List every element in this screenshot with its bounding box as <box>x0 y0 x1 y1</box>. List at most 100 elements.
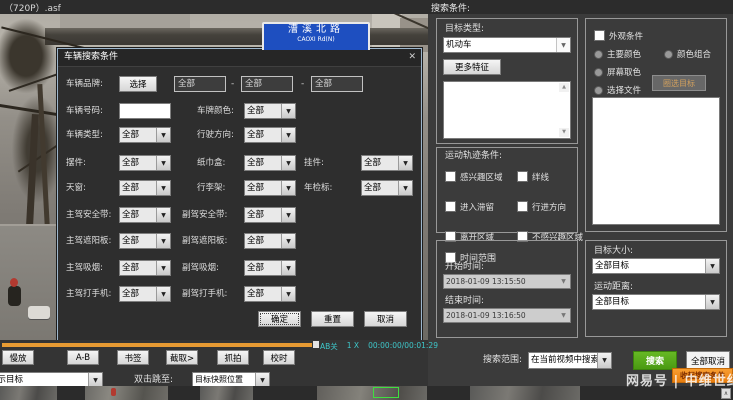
chevron-down-icon[interactable]: ▼ <box>156 287 170 301</box>
color-combo-radio-item[interactable]: 颜色组合 <box>664 43 711 62</box>
chevron-down-icon[interactable]: ▼ <box>281 128 295 142</box>
tissue-select[interactable]: 全部▼ <box>244 155 296 171</box>
radio-button[interactable] <box>594 86 603 95</box>
smoke-co-select[interactable]: 全部▼ <box>244 260 296 276</box>
rack-select[interactable]: 全部▼ <box>244 180 296 196</box>
belt-main-select[interactable]: 全部▼ <box>119 207 171 223</box>
more-features-button[interactable]: 更多特征 <box>443 59 501 75</box>
plate-color-select[interactable]: 全部▼ <box>244 103 296 119</box>
brand-level1-box[interactable]: 全部 <box>174 76 226 92</box>
scope-select[interactable]: 在当前视频中搜索▼ <box>528 352 612 369</box>
inspection-select[interactable]: 全部▼ <box>361 180 413 196</box>
motion-checkbox-item[interactable]: 绊线 <box>517 166 583 185</box>
result-thumbnail[interactable] <box>470 386 580 400</box>
player-button[interactable]: 书签 <box>117 350 149 365</box>
scroll-up-button[interactable]: ∧ <box>721 388 731 399</box>
checkbox[interactable] <box>445 201 456 212</box>
brand-level2-box[interactable]: 全部 <box>241 76 293 92</box>
reset-button[interactable]: 重置 <box>311 311 354 327</box>
cancel-button[interactable]: 取消 <box>364 311 407 327</box>
color-preview-box[interactable] <box>592 97 720 225</box>
main-color-radio-item[interactable]: 主要颜色 <box>594 43 641 62</box>
chevron-down-icon[interactable]: ▼ <box>281 104 295 118</box>
phone-main-select[interactable]: 全部▼ <box>119 286 171 302</box>
chevron-down-icon[interactable]: ▼ <box>156 208 170 222</box>
brand-select-button[interactable]: 选择 <box>119 76 157 92</box>
scroll-up-icon[interactable]: ▲ <box>559 83 569 92</box>
checkbox[interactable] <box>517 201 528 212</box>
chevron-down-icon[interactable]: ▼ <box>281 156 295 170</box>
start-time-select[interactable]: 2018-01-09 13:15:50▼ <box>443 274 571 289</box>
plate-no-input[interactable] <box>119 103 171 119</box>
chevron-down-icon[interactable]: ▼ <box>398 156 412 170</box>
vehicle-type-select[interactable]: 全部▼ <box>119 127 171 143</box>
ornament-select[interactable]: 全部▼ <box>119 155 171 171</box>
screen-pick-radio-item[interactable]: 屏幕取色 <box>594 61 641 80</box>
visor-main-select[interactable]: 全部▼ <box>119 233 171 249</box>
ok-button[interactable]: 确定 <box>258 311 301 327</box>
result-thumbnail[interactable] <box>85 386 168 400</box>
brand-level3-box[interactable]: 全部 <box>311 76 363 92</box>
chevron-down-icon[interactable]: ▼ <box>88 373 102 387</box>
select-file-radio-item[interactable]: 选择文件 <box>594 79 641 98</box>
visor-co-select[interactable]: 全部▼ <box>244 233 296 249</box>
chevron-down-icon[interactable]: ▼ <box>705 295 719 309</box>
chevron-down-icon[interactable]: ▼ <box>557 309 570 322</box>
player-button[interactable]: 抓拍 <box>217 350 249 365</box>
chevron-down-icon[interactable]: ▼ <box>556 38 570 52</box>
result-thumbnail[interactable] <box>200 386 253 400</box>
player-button[interactable]: 慢放 <box>2 350 34 365</box>
chevron-down-icon[interactable]: ▼ <box>281 181 295 195</box>
chevron-down-icon[interactable]: ▼ <box>156 128 170 142</box>
motion-checkbox-item[interactable]: 行进方向 <box>517 196 583 215</box>
result-thumbnail[interactable] <box>0 386 57 400</box>
target-type-select[interactable]: 机动车▼ <box>443 37 571 53</box>
motion-checkbox-item[interactable]: 感兴趣区域 <box>445 166 517 185</box>
chevron-down-icon[interactable]: ▼ <box>398 181 412 195</box>
player-button[interactable]: 截取> <box>166 350 198 365</box>
radio-button[interactable] <box>594 50 603 59</box>
timeline-handle[interactable] <box>313 341 319 348</box>
checkbox[interactable] <box>594 30 605 41</box>
end-time-select[interactable]: 2018-01-09 13:16:50▼ <box>443 308 571 323</box>
smoke-main-select[interactable]: 全部▼ <box>119 260 171 276</box>
feature-listbox[interactable]: ▲ ▼ <box>443 81 571 139</box>
chevron-down-icon[interactable]: ▼ <box>281 208 295 222</box>
checkbox[interactable] <box>445 171 456 182</box>
appearance-checkbox-item[interactable]: 外观条件 <box>594 25 643 44</box>
search-button[interactable]: 搜索 <box>633 351 677 370</box>
chevron-down-icon[interactable]: ▼ <box>281 287 295 301</box>
select-value: 全部 <box>245 261 281 275</box>
chevron-down-icon[interactable]: ▼ <box>156 234 170 248</box>
player-button[interactable]: 校时 <box>263 350 295 365</box>
target-size-select[interactable]: 全部目标▼ <box>592 258 720 274</box>
motion-checkbox-item[interactable]: 进入滞留 <box>445 196 517 215</box>
chevron-down-icon[interactable]: ▼ <box>156 181 170 195</box>
chevron-down-icon[interactable]: ▼ <box>156 156 170 170</box>
belt-co-select[interactable]: 全部▼ <box>244 207 296 223</box>
chevron-down-icon[interactable]: ▼ <box>255 373 269 387</box>
chevron-down-icon[interactable]: ▼ <box>597 353 611 368</box>
result-thumbnail[interactable] <box>317 386 427 400</box>
circle-target-button[interactable]: 圈选目标 <box>652 75 706 91</box>
checkbox[interactable] <box>517 171 528 182</box>
select-value: 全部 <box>362 181 398 195</box>
scroll-down-icon[interactable]: ▼ <box>559 128 569 137</box>
chevron-down-icon[interactable]: ▼ <box>557 275 570 288</box>
pendant-select[interactable]: 全部▼ <box>361 155 413 171</box>
select-value: 2018-01-09 13:15:50 <box>444 275 557 288</box>
chevron-down-icon[interactable]: ▼ <box>705 259 719 273</box>
radio-button[interactable] <box>664 50 673 59</box>
chevron-down-icon[interactable]: ▼ <box>281 234 295 248</box>
chevron-down-icon[interactable]: ▼ <box>281 261 295 275</box>
chevron-down-icon[interactable]: ▼ <box>156 261 170 275</box>
close-icon[interactable]: ✕ <box>408 52 416 62</box>
player-button[interactable]: A-B <box>67 350 99 365</box>
phone-co-select[interactable]: 全部▼ <box>244 286 296 302</box>
timeline-progress-bar[interactable] <box>2 343 312 347</box>
radio-button[interactable] <box>594 68 603 77</box>
distance-select[interactable]: 全部目标▼ <box>592 294 720 310</box>
select-value: 2018-01-09 13:16:50 <box>444 309 557 322</box>
direction-select[interactable]: 全部▼ <box>244 127 296 143</box>
sunroof-select[interactable]: 全部▼ <box>119 180 171 196</box>
